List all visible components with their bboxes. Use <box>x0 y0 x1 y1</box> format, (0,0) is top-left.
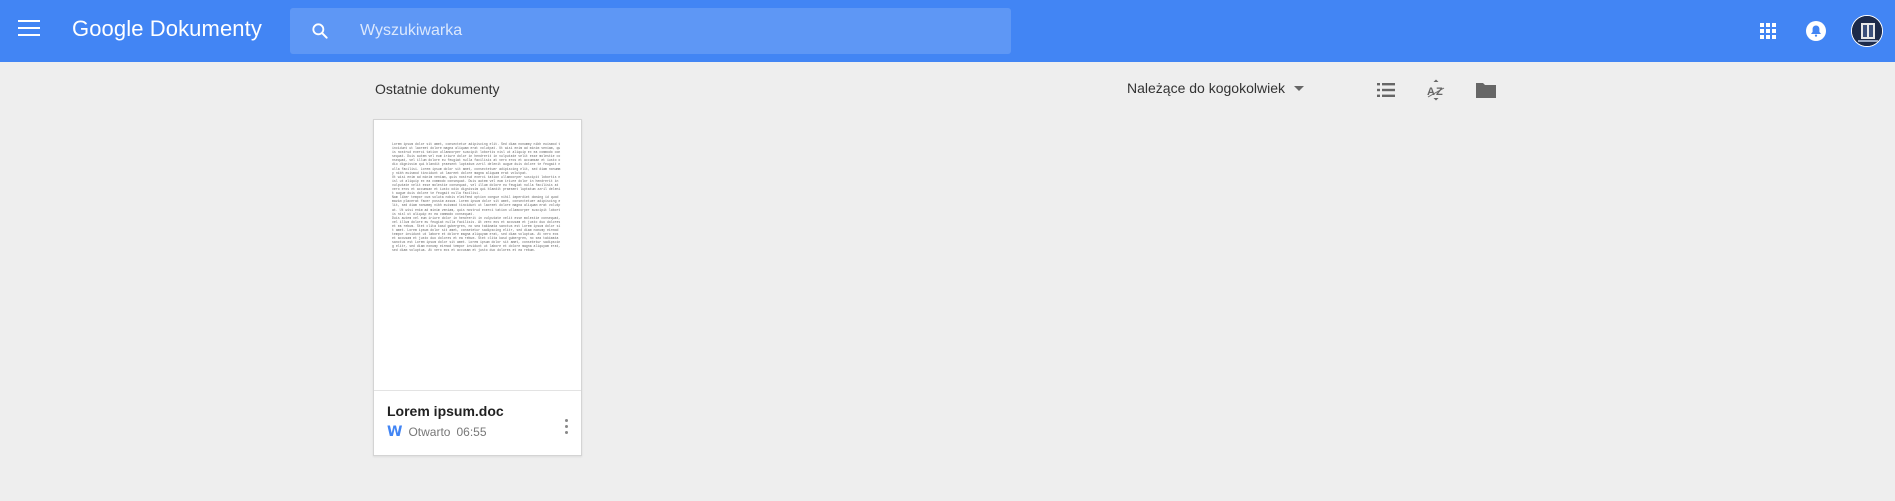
search-icon[interactable] <box>310 21 330 41</box>
avatar-image-icon <box>1852 16 1882 46</box>
apps-grid-icon[interactable] <box>1756 19 1780 43</box>
section-title: Ostatnie dokumenty <box>375 81 500 97</box>
document-status: Otwarto <box>408 425 451 439</box>
document-name[interactable]: Lorem ipsum.doc <box>387 403 504 419</box>
owner-filter-label: Należące do kogokolwiek <box>1127 80 1285 96</box>
search-box[interactable] <box>290 8 1011 54</box>
svg-text:A: A <box>1427 86 1435 98</box>
document-card[interactable]: Lorem ipsum dolor sit amet, consectetur … <box>373 119 582 456</box>
app-title[interactable]: Google Dokumenty <box>72 16 262 42</box>
menu-icon[interactable] <box>18 20 40 42</box>
list-view-icon[interactable] <box>1374 78 1398 102</box>
more-options-icon[interactable] <box>562 419 570 439</box>
folder-icon[interactable] <box>1474 78 1498 102</box>
document-card-footer: Lorem ipsum.doc W Otwarto 06:55 <box>374 391 581 455</box>
thumbnail-preview-text: Lorem ipsum dolor sit amet, consectetur … <box>392 142 561 253</box>
document-meta: W Otwarto 06:55 <box>387 424 487 440</box>
document-thumbnail[interactable]: Lorem ipsum dolor sit amet, consectetur … <box>374 120 581 391</box>
word-file-icon: W <box>387 424 403 440</box>
document-time: 06:55 <box>456 425 487 439</box>
notifications-icon[interactable] <box>1804 19 1828 43</box>
owner-filter-dropdown[interactable]: Należące do kogokolwiek <box>1127 80 1304 96</box>
app-bar: Google Dokumenty <box>0 0 1895 62</box>
search-input[interactable] <box>358 8 998 54</box>
account-avatar[interactable] <box>1851 15 1883 47</box>
sort-az-icon[interactable]: A Z <box>1424 78 1448 102</box>
caret-down-icon <box>1293 85 1304 91</box>
